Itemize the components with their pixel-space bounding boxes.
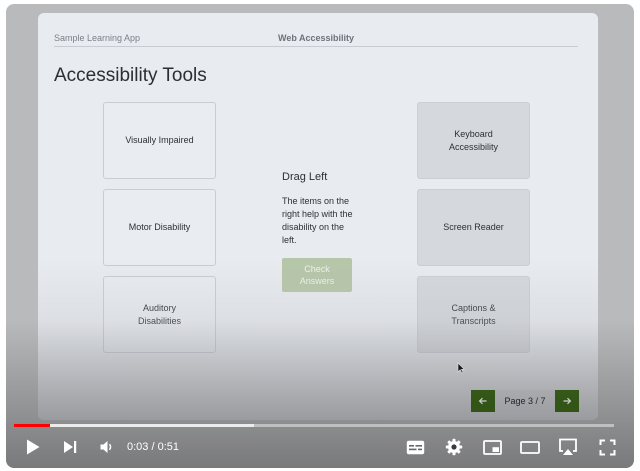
airplay-icon [559,438,577,455]
play-button[interactable] [22,436,44,458]
theater-mode-button[interactable] [519,436,541,458]
page-indicator: Page 3 / 7 [495,390,555,412]
subtitles-icon [406,440,424,454]
drop-target-auditory-disabilities[interactable]: Auditory Disabilities [103,276,216,353]
airplay-button[interactable] [557,436,579,458]
drag-item-label: Captions & Transcripts [451,302,496,326]
slide: Sample Learning App Web Accessibility Ac… [38,13,598,420]
settings-button[interactable] [443,436,465,458]
time-display: 0:03 / 0:51 [127,441,179,453]
next-video-button[interactable] [59,436,81,458]
arrow-left-icon [478,397,487,405]
mouse-cursor-icon [457,362,465,374]
slide-title: Accessibility Tools [54,65,207,86]
drag-item-keyboard-accessibility[interactable]: Keyboard Accessibility [417,102,530,179]
video-player[interactable]: Sample Learning App Web Accessibility Ac… [6,4,634,468]
drag-item-captions-transcripts[interactable]: Captions & Transcripts [417,276,530,353]
progress-played [14,424,50,427]
drop-target-motor-disability[interactable]: Motor Disability [103,189,216,266]
progress-buffer [14,424,254,427]
instructions-title: Drag Left [282,171,328,183]
drop-target-visually-impaired[interactable]: Visually Impaired [103,102,216,179]
instructions-text: The items on the right help with the dis… [282,196,353,245]
theater-icon [520,440,540,454]
drop-target-label: Auditory Disabilities [137,302,181,326]
slide-header: Sample Learning App Web Accessibility [54,33,578,47]
fullscreen-icon [599,439,615,455]
course-name: Web Accessibility [278,33,355,43]
pager: Page 3 / 7 [471,390,579,412]
drag-item-label: Screen Reader [443,222,504,232]
check-answers-button[interactable]: Check Answers [282,258,352,292]
miniplayer-button[interactable] [481,436,503,458]
fullscreen-button[interactable] [596,436,618,458]
play-icon [27,439,40,455]
app-name: Sample Learning App [54,33,141,43]
check-answers-label: Check Answers [299,264,335,286]
volume-icon [100,441,112,453]
settings-icon [445,438,463,456]
next-page-button[interactable] [555,390,579,412]
arrow-right-icon [563,397,572,405]
drag-item-screen-reader[interactable]: Screen Reader [417,189,530,266]
next-icon [64,441,77,453]
subtitles-button[interactable] [404,436,426,458]
drop-target-label: Visually Impaired [125,135,194,145]
drag-item-label: Keyboard Accessibility [448,128,498,152]
mute-button[interactable] [96,436,118,458]
drop-target-label: Motor Disability [128,222,191,232]
miniplayer-icon [482,439,502,455]
progress-bar[interactable] [14,424,614,427]
prev-page-button[interactable] [471,390,495,412]
